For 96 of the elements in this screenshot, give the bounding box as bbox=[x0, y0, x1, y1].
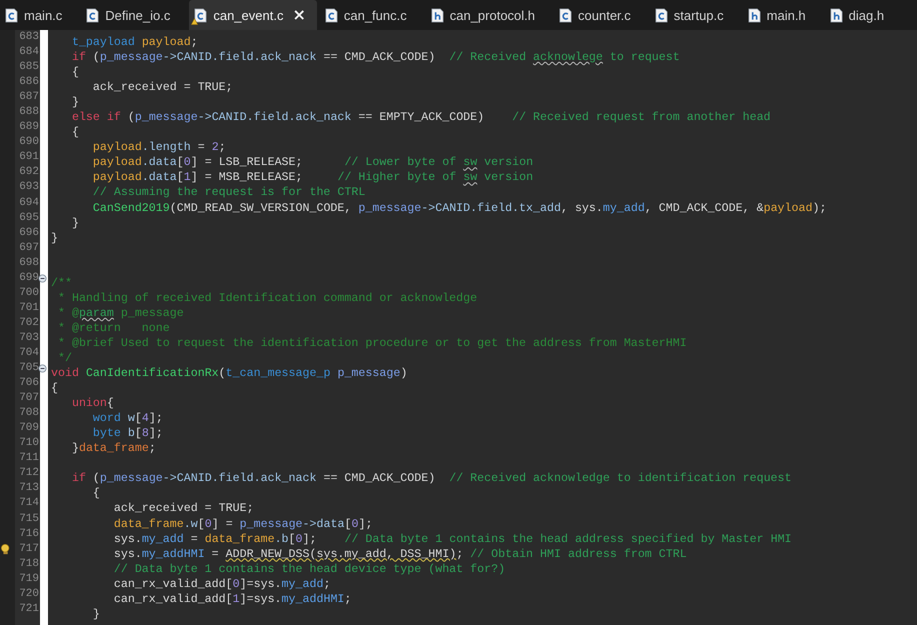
code-line: payload.length = 2; bbox=[92, 140, 226, 156]
line-number: 690 bbox=[18, 135, 40, 150]
c-file-icon bbox=[324, 8, 338, 22]
c-file-icon bbox=[194, 8, 208, 22]
close-button[interactable]: × bbox=[289, 7, 309, 23]
code-line: } bbox=[70, 216, 79, 231]
code-line: else if (p_message->CANID.field.ack_nack == EMPTY_ACK_CODE) // Received request from another head bbox=[70, 110, 771, 126]
code-line: if (p_message->CANID.field.ack_nack == CMD_ACK_CODE) // Received acknowlege to request bbox=[70, 50, 680, 66]
code-line: * Handling of received Identification command or acknowledge bbox=[56, 290, 478, 306]
editor-tab[interactable]: counter.c bbox=[554, 0, 647, 30]
c-file-icon bbox=[5, 8, 18, 22]
line-number: 705 bbox=[18, 361, 40, 376]
line-number: 717 bbox=[18, 542, 40, 557]
line-number: 710 bbox=[18, 436, 40, 452]
c-file-icon bbox=[86, 8, 100, 22]
editor-tab[interactable]: startup.c bbox=[650, 0, 740, 30]
code-line: can_rx_valid_add[1]=sys.my_addHMI; bbox=[112, 592, 352, 607]
line-number: 697 bbox=[18, 240, 40, 256]
code-line: } bbox=[51, 230, 58, 246]
line-number: 711 bbox=[18, 451, 40, 466]
code-line: data_frame.w[0] = p_message->data[0]; bbox=[112, 516, 372, 532]
editor-tab[interactable]: can_event.c × bbox=[189, 0, 317, 30]
h-file-icon bbox=[830, 8, 843, 22]
code-line: * @param p_message bbox=[56, 306, 184, 321]
code-line: can_rx_valid_add[0]=sys.my_add; bbox=[112, 576, 330, 592]
code-line: { bbox=[70, 125, 79, 140]
line-number: 715 bbox=[18, 512, 40, 526]
h-file-icon bbox=[748, 8, 761, 22]
line-number: 686 bbox=[18, 75, 40, 90]
line-number: 707 bbox=[18, 391, 40, 406]
line-number: 685 bbox=[18, 60, 40, 76]
line-number: 721 bbox=[18, 602, 40, 617]
code-line: { bbox=[70, 65, 79, 80]
code-line: } bbox=[70, 95, 79, 110]
code-line: t_payload payload; bbox=[70, 35, 198, 50]
line-number: 703 bbox=[18, 330, 40, 346]
editor-tab[interactable]: main.c bbox=[0, 0, 78, 30]
code-line: sys.my_addHMI = ADDR_NEW_DSS(sys.my_add, DSS_HMI); // Obtain HMI address from CTRL bbox=[112, 546, 687, 562]
line-number: 693 bbox=[18, 180, 40, 196]
code-line: }data_frame; bbox=[70, 441, 156, 456]
line-number: 718 bbox=[18, 556, 40, 572]
line-number: 719 bbox=[18, 572, 40, 587]
code-line: * @return none bbox=[56, 320, 170, 336]
line-number: 689 bbox=[18, 120, 40, 136]
line-number: 684 bbox=[18, 45, 40, 60]
line-number: 708 bbox=[18, 406, 40, 422]
line-number: 695 bbox=[18, 210, 40, 226]
code-line: if (p_message->CANID.field.ack_nack == CMD_ACK_CODE) // Received acknowledge to identification request bbox=[70, 471, 792, 486]
code-line: void CanIdentificationRx(t_can_message_p p_message) bbox=[51, 366, 408, 382]
line-number: 700 bbox=[18, 286, 40, 301]
code-line: ack_received = TRUE; bbox=[92, 80, 233, 96]
line-number: 716 bbox=[18, 526, 40, 542]
code-line: union{ bbox=[70, 396, 114, 412]
editor-tab[interactable]: Define_io.c bbox=[81, 0, 186, 30]
line-number: 701 bbox=[18, 300, 40, 316]
line-number: 698 bbox=[18, 256, 40, 271]
code-line: */ bbox=[56, 350, 72, 366]
line-number: 712 bbox=[18, 466, 40, 482]
line-number: 706 bbox=[18, 376, 40, 392]
editor-tab[interactable]: can_func.c bbox=[320, 0, 423, 30]
line-number: 704 bbox=[18, 346, 40, 361]
editor-tab[interactable]: main.h bbox=[742, 0, 822, 30]
line-number: 702 bbox=[18, 316, 40, 331]
c-file-icon bbox=[559, 8, 572, 22]
line-number: 694 bbox=[18, 196, 40, 211]
line-number: 692 bbox=[18, 165, 40, 180]
code-line: /** bbox=[51, 276, 72, 291]
editor-tab[interactable]: can_protocol.h bbox=[426, 0, 552, 30]
line-number: 691 bbox=[18, 150, 40, 166]
line-number: 714 bbox=[18, 496, 40, 512]
line-number: 696 bbox=[18, 226, 40, 241]
fold-icon[interactable] bbox=[38, 274, 47, 283]
code-line: { bbox=[51, 381, 58, 396]
line-number: 709 bbox=[18, 421, 40, 436]
line-number: 683 bbox=[18, 30, 40, 45]
code-line: byte b[8]; bbox=[92, 426, 163, 442]
line-number: 699 bbox=[18, 270, 40, 286]
c-file-icon bbox=[654, 8, 668, 22]
code-line: ack_received = TRUE; bbox=[112, 501, 254, 516]
code-line: } bbox=[92, 606, 100, 622]
fold-icon[interactable] bbox=[38, 364, 47, 374]
code-line: payload.data[0] = LSB_RELEASE; // Lower byte of sw version bbox=[92, 155, 534, 170]
code-line: sys.my_add = data_frame.b[0]; // Data byte 1 contains the head address specified by Master HMI bbox=[112, 532, 792, 547]
code-line: payload.data[1] = MSB_RELEASE; // Higher byte of sw version bbox=[92, 170, 534, 186]
code-line: CanSend2019(CMD_READ_SW_VERSION_CODE, p_message->CANID.field.tx_add, sys.my_add, CMD_ACK_CODE, &payload); bbox=[92, 200, 826, 216]
line-number: 688 bbox=[18, 105, 40, 120]
editor-tab[interactable]: diag.h bbox=[824, 0, 900, 30]
line-number: 720 bbox=[18, 586, 40, 602]
line-number: 687 bbox=[18, 90, 40, 106]
code-line: // Assuming the request is for the CTRL bbox=[92, 185, 366, 200]
h-file-icon bbox=[430, 8, 444, 22]
code-line: // Data byte 1 contains the head device type (what for?) bbox=[112, 562, 506, 577]
code-line: word w[4]; bbox=[92, 411, 163, 426]
code-line: { bbox=[92, 486, 100, 502]
code-line: * @brief Used to request the identification procedure or to get the address from MasterHMI bbox=[56, 336, 687, 351]
line-number: 713 bbox=[18, 481, 40, 496]
